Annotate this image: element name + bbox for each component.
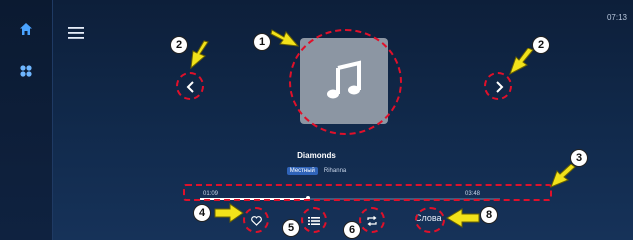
annotation-arrow-3 <box>550 164 576 188</box>
track-meta: Местный Rihanna <box>0 167 633 175</box>
marker-6: 6 <box>343 221 361 239</box>
clock: 07:13 <box>606 13 627 22</box>
annotation-arrow-1 <box>270 29 300 47</box>
marker-5: 5 <box>282 219 300 237</box>
annotation-circle-playlist <box>301 207 327 233</box>
annotation-circle-cover <box>289 29 402 135</box>
marker-4: 4 <box>193 204 211 222</box>
artist-name: Rihanna <box>323 168 347 174</box>
marker-1: 1 <box>253 33 271 51</box>
annotation-circle-repeat <box>359 207 385 233</box>
sidebar-divider <box>52 0 53 240</box>
annotation-arrow-2-right <box>509 48 534 76</box>
annotation-arrow-2-left <box>190 40 209 70</box>
menu-icon[interactable] <box>68 26 84 40</box>
annotation-circle-next <box>484 72 512 100</box>
marker-3: 3 <box>570 149 588 167</box>
annotation-circle-lyrics <box>415 207 445 233</box>
marker-8: 8 <box>480 206 498 224</box>
annotation-circle-prev <box>176 72 204 100</box>
annotation-arrow-8 <box>446 208 480 228</box>
apps-icon[interactable] <box>17 62 35 80</box>
annotation-circle-favorite <box>243 207 269 233</box>
marker-2-left: 2 <box>170 36 188 54</box>
annotation-arrow-4 <box>214 203 244 223</box>
source-badge: Местный <box>286 167 318 175</box>
marker-2-right: 2 <box>532 36 550 54</box>
annotation-rect-progress <box>183 184 552 201</box>
home-icon[interactable] <box>17 20 35 38</box>
track-title: Diamonds <box>297 151 336 160</box>
